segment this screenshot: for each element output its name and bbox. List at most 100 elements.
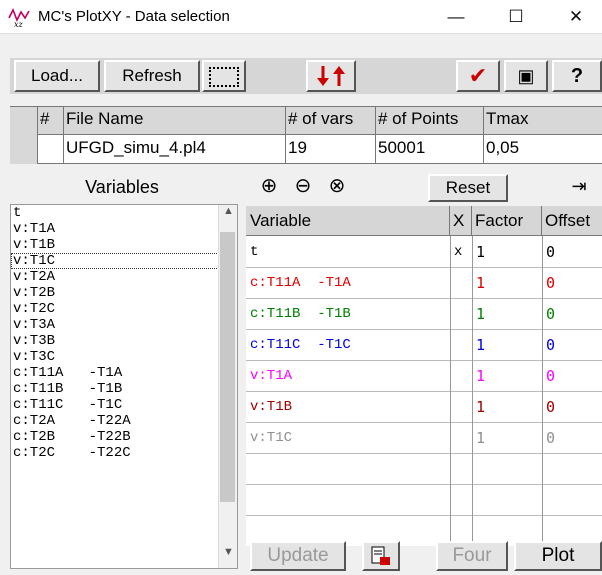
variable-list-item[interactable]: v:T1B	[11, 237, 237, 253]
export-button[interactable]	[362, 541, 400, 571]
copy-button[interactable]: ▣	[504, 60, 548, 92]
scroll-down-icon[interactable]: ▼	[219, 546, 238, 558]
file-row-indicator	[10, 134, 38, 164]
load-button[interactable]: Load...	[14, 60, 100, 92]
document-export-icon	[371, 546, 390, 565]
plot-row-x[interactable]	[450, 454, 472, 485]
plot-row-offset[interactable]: 0	[542, 237, 602, 268]
file-header-empty	[10, 106, 38, 134]
maximize-button[interactable]: ☐	[496, 4, 536, 30]
plot-row-offset[interactable]: 0	[542, 299, 602, 330]
variable-list-item[interactable]: v:T1C	[11, 253, 237, 269]
variable-list-item[interactable]: v:T3C	[11, 349, 237, 365]
plot-row-offset[interactable]	[542, 485, 602, 516]
move-right-button[interactable]: ⇥	[566, 174, 592, 200]
help-button[interactable]: ?	[552, 60, 602, 92]
plot-row-offset[interactable]: 0	[542, 361, 602, 392]
add-variable-button[interactable]: ⊕	[256, 174, 282, 200]
plot-row-factor[interactable]: 1	[472, 361, 542, 392]
plot-row-factor[interactable]: 1	[472, 392, 542, 423]
variable-list-item[interactable]: c:T2C -T22C	[11, 445, 237, 461]
plot-row-x[interactable]	[450, 485, 472, 516]
plot-row-x[interactable]	[450, 423, 472, 454]
plot-header-x: X	[450, 206, 472, 236]
plot-row-variable[interactable]: c:T11A -T1A	[246, 268, 450, 299]
file-header-tmax: Tmax	[486, 109, 529, 128]
plot-row-offset[interactable]	[542, 454, 602, 485]
file-row-tmax: 0,05	[486, 138, 520, 157]
dotted-box-icon	[209, 67, 239, 87]
plot-row-x[interactable]: x	[450, 237, 472, 268]
plot-row-x[interactable]	[450, 392, 472, 423]
column-divider	[542, 236, 543, 546]
scroll-up-icon[interactable]: ▲	[219, 205, 238, 217]
plot-row-x[interactable]	[450, 361, 472, 392]
plot-row-x[interactable]	[450, 268, 472, 299]
row-divider	[246, 515, 602, 516]
four-button[interactable]: Four	[436, 541, 508, 571]
variable-list-item[interactable]: v:T3A	[11, 317, 237, 333]
update-button[interactable]: Update	[250, 541, 346, 571]
variable-list-item[interactable]: c:T11C -T1C	[11, 397, 237, 413]
file-header-name: File Name	[64, 106, 286, 134]
file-row-points: 50001	[376, 134, 484, 164]
plotxy-app-icon: xz	[8, 6, 30, 29]
plot-row-offset[interactable]: 0	[542, 330, 602, 361]
plot-row-variable[interactable]: t	[246, 237, 450, 268]
plot-header-variable: Variable	[246, 206, 450, 236]
plot-row-factor[interactable]: 1	[472, 237, 542, 268]
variables-heading: Variables	[85, 177, 159, 197]
variables-list[interactable]: t v:T1A v:T1B v:T1C v:T2A v:T2B v:T2C v:T3A v:T3…	[10, 204, 238, 569]
clear-variables-button[interactable]: ⊗	[324, 174, 350, 200]
red-arrows-icon	[317, 66, 345, 86]
variable-list-item[interactable]: c:T11A -T1A	[11, 365, 237, 381]
file-header-points: # of Points	[376, 106, 484, 134]
plot-row-factor[interactable]	[472, 454, 542, 485]
plot-row-offset[interactable]: 0	[542, 268, 602, 299]
file-row-name[interactable]: UFGD_simu_4.pl4	[64, 134, 286, 164]
check-button[interactable]: ✔	[456, 60, 500, 92]
plot-row-factor[interactable]: 1	[472, 423, 542, 454]
plot-row-factor[interactable]: 1	[472, 268, 542, 299]
plot-row-variable[interactable]	[246, 454, 450, 485]
plot-row-variable[interactable]: v:T1A	[246, 361, 450, 392]
variable-list-item[interactable]: v:T1A	[11, 221, 237, 237]
plot-row-variable[interactable]: v:T1C	[246, 423, 450, 454]
window-title: MC's PlotXY - Data selection	[38, 8, 230, 25]
plot-row-variable[interactable]: v:T1B	[246, 392, 450, 423]
variable-list-item[interactable]: v:T2A	[11, 269, 237, 285]
variable-list-item[interactable]: c:T11B -T1B	[11, 381, 237, 397]
variable-list-item[interactable]: c:T2A -T22A	[11, 413, 237, 429]
plot-row-offset[interactable]: 0	[542, 392, 602, 423]
file-row-vars: 19	[286, 134, 376, 164]
plot-row-variable[interactable]	[246, 485, 450, 516]
file-header-num: #	[38, 106, 64, 134]
plot-row-factor[interactable]	[472, 485, 542, 516]
variable-list-item[interactable]: v:T2C	[11, 301, 237, 317]
variable-list-item[interactable]: v:T3B	[11, 333, 237, 349]
scrollbar-thumb[interactable]	[220, 232, 235, 502]
close-button[interactable]: ✕	[556, 4, 596, 30]
minimize-button[interactable]: —	[436, 4, 476, 30]
move-up-down-button[interactable]	[306, 60, 356, 92]
variable-list-item[interactable]: c:T2B -T22B	[11, 429, 237, 445]
plot-row-x[interactable]	[450, 299, 472, 330]
plot-button[interactable]: Plot	[514, 541, 602, 571]
file-row-num	[38, 134, 64, 164]
plot-row-factor[interactable]: 1	[472, 330, 542, 361]
refresh-button[interactable]: Refresh	[104, 60, 200, 92]
plot-row-variable[interactable]: c:T11B -T1B	[246, 299, 450, 330]
plot-header-factor: Factor	[472, 206, 542, 236]
variable-list-item[interactable]: v:T2B	[11, 285, 237, 301]
plot-row-offset[interactable]: 0	[542, 423, 602, 454]
remove-variable-button[interactable]: ⊖	[290, 174, 316, 200]
plot-row-variable[interactable]: c:T11C -T1C	[246, 330, 450, 361]
plot-row-x[interactable]	[450, 330, 472, 361]
file-header-vars: # of vars	[286, 106, 376, 134]
selection-box-button[interactable]	[202, 60, 246, 92]
plot-header-offset: Offset	[542, 206, 602, 236]
column-divider	[450, 236, 451, 546]
variable-list-item[interactable]: t	[11, 205, 237, 221]
reset-button[interactable]: Reset	[428, 174, 508, 202]
plot-row-factor[interactable]: 1	[472, 299, 542, 330]
